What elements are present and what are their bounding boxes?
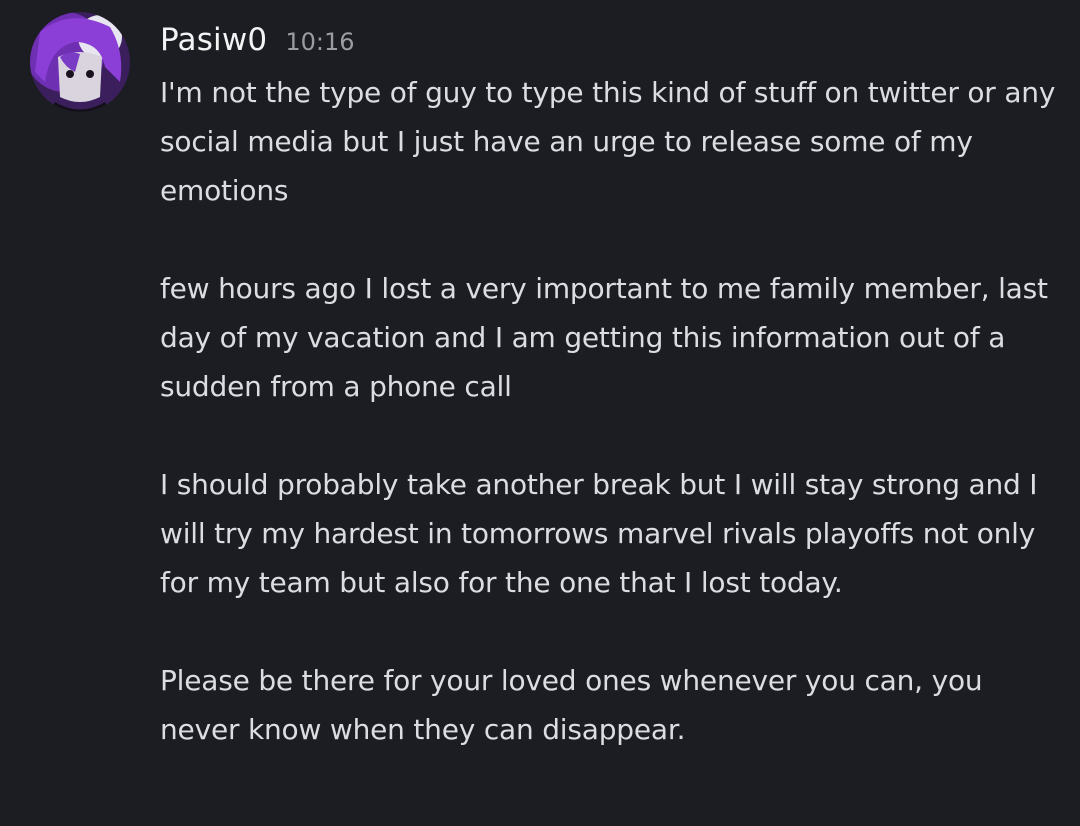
message-content: I'm not the type of guy to type this kin… <box>160 68 1065 803</box>
chat-message: Pasiw0 10:16 I'm not the type of guy to … <box>0 0 1080 826</box>
message-paragraph: Please be there for your loved ones when… <box>160 664 983 746</box>
avatar-image-icon <box>30 12 130 112</box>
user-avatar[interactable] <box>30 12 130 112</box>
message-header: Pasiw0 10:16 <box>160 22 355 58</box>
message-timestamp[interactable]: 10:16 <box>285 28 354 56</box>
message-paragraph: I should probably take another break but… <box>160 468 1038 599</box>
username[interactable]: Pasiw0 <box>160 22 267 58</box>
message-paragraph: few hours ago I lost a very important to… <box>160 272 1048 403</box>
message-paragraph: I'm not the type of guy to type this kin… <box>160 76 1056 207</box>
